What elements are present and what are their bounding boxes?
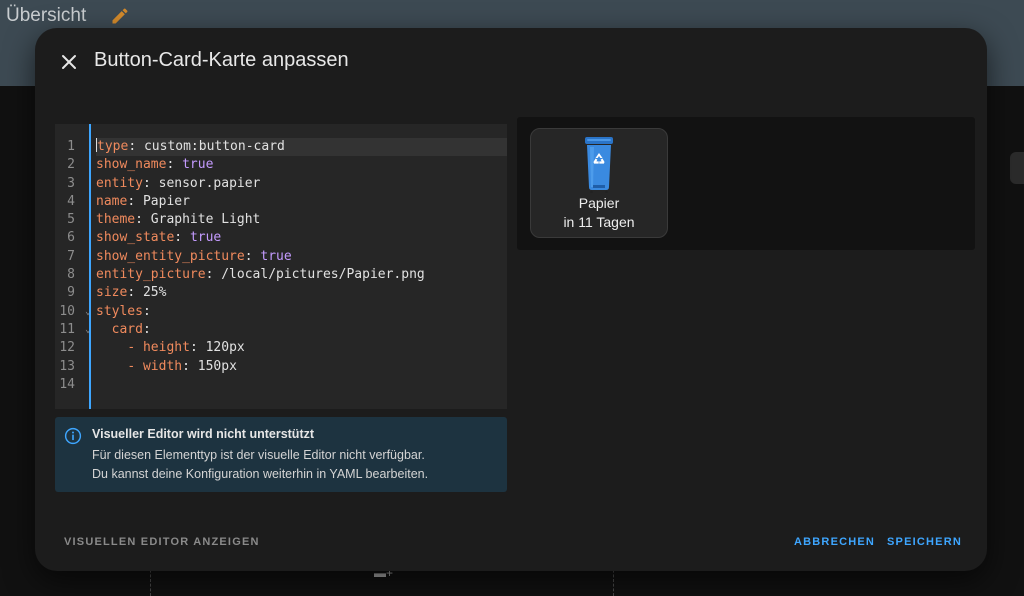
edit-card-dialog: Button-Card-Karte anpassen 1 2 3 4 5 6 7…: [35, 28, 987, 571]
card-name: Papier: [578, 195, 620, 211]
dialog-title: Button-Card-Karte anpassen: [94, 49, 349, 71]
code-line[interactable]: show_state: true: [96, 229, 507, 247]
code-lines[interactable]: type: custom:button-card show_name: true…: [96, 138, 507, 394]
save-button[interactable]: SPEICHERN: [887, 536, 962, 548]
line-number: 8: [67, 267, 75, 283]
code-line[interactable]: entity: sensor.papier: [96, 175, 507, 193]
code-line[interactable]: show_name: true: [96, 156, 507, 174]
info-icon: [64, 427, 82, 445]
line-number: 1: [67, 139, 75, 154]
code-line[interactable]: - width: 150px: [96, 358, 507, 376]
visual-editor-unsupported-alert: Visueller Editor wird nicht unterstützt …: [55, 417, 507, 492]
card-preview: Papier in 11 Tagen: [517, 117, 975, 250]
card-state: in 11 Tagen: [563, 214, 635, 230]
line-number: 7: [67, 248, 75, 264]
line-number: 5: [67, 212, 75, 228]
code-line[interactable]: name: Papier: [96, 193, 507, 211]
show-visual-editor-button[interactable]: VISUELLEN EDITOR ANZEIGEN: [64, 536, 260, 548]
alert-text: Du kannst deine Konfiguration weiterhin …: [92, 467, 429, 481]
recycle-bin-icon: [585, 137, 613, 193]
alert-text: Für diesen Elementtyp ist der visuelle E…: [92, 448, 425, 462]
code-line[interactable]: card:: [96, 321, 507, 339]
line-number: 9: [67, 285, 75, 301]
code-line[interactable]: theme: Graphite Light: [96, 211, 507, 229]
line-number: 13: [59, 358, 75, 374]
pencil-icon[interactable]: [110, 6, 130, 26]
background-side-tab: [1010, 152, 1024, 184]
yaml-code-editor[interactable]: 1 2 3 4 5 6 7 8 9 10 ⌄ 11 ⌄ 12 13 14 type:…: [55, 124, 507, 409]
dashboard-title: Übersicht: [6, 5, 87, 26]
line-number: 2: [67, 157, 75, 173]
line-number: 10 ⌄: [55, 303, 91, 321]
editor-focus-border: [89, 124, 91, 409]
code-line[interactable]: entity_picture: /local/pictures/Papier.p…: [96, 266, 507, 284]
line-number: 11 ⌄: [55, 321, 91, 339]
alert-title: Visueller Editor wird nicht unterstützt: [92, 427, 315, 441]
code-line[interactable]: styles:: [96, 303, 507, 321]
line-number: 3: [67, 175, 75, 191]
line-number: 14: [59, 376, 75, 392]
preview-button-card[interactable]: Papier in 11 Tagen: [530, 128, 668, 238]
line-number: 4: [67, 193, 75, 209]
line-number: 12: [59, 340, 75, 356]
line-number-gutter: 1 2 3 4 5 6 7 8 9 10 ⌄ 11 ⌄ 12 13 14: [55, 124, 91, 409]
code-line[interactable]: show_entity_picture: true: [96, 248, 507, 266]
code-line[interactable]: type: custom:button-card: [96, 138, 507, 157]
line-number: 6: [67, 230, 75, 246]
close-button[interactable]: [55, 48, 83, 76]
close-icon: [62, 55, 76, 69]
code-line[interactable]: [96, 376, 507, 394]
code-line[interactable]: size: 25%: [96, 284, 507, 302]
code-line[interactable]: - height: 120px: [96, 339, 507, 357]
cancel-button[interactable]: ABBRECHEN: [794, 536, 875, 548]
